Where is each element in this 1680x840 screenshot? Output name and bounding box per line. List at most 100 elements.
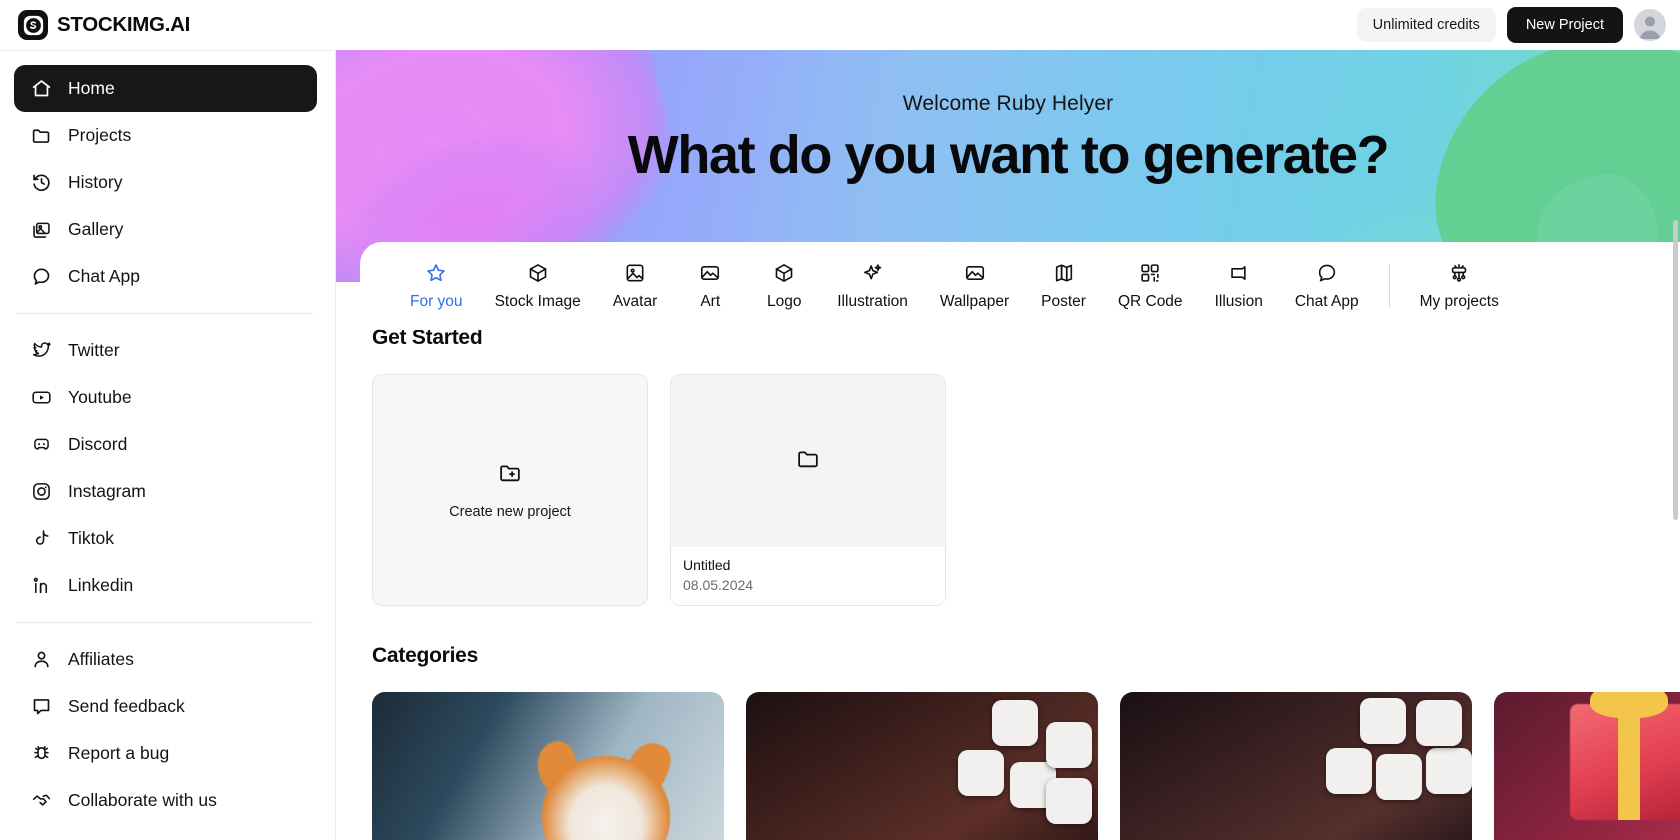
sidebar-item-youtube[interactable]: Youtube (14, 374, 317, 421)
projects-grid-icon (1448, 261, 1471, 284)
tab-poster[interactable]: Poster (1025, 255, 1102, 317)
top-bar-actions: Unlimited credits New Project (1356, 7, 1666, 43)
tab-label: Avatar (612, 293, 658, 310)
discord-icon (30, 434, 52, 456)
sidebar-item-gallery[interactable]: Gallery (14, 206, 317, 253)
sidebar-item-label: Linkedin (68, 575, 134, 595)
credits-badge[interactable]: Unlimited credits (1356, 8, 1496, 42)
categories-row (372, 692, 1680, 840)
tiktok-icon (30, 528, 52, 550)
tab-logo[interactable]: Logo (747, 255, 821, 317)
tab-label: Wallpaper (939, 293, 1010, 310)
sidebar-item-twitter[interactable]: Twitter (14, 327, 317, 374)
sidebar-item-label: Chat App (68, 266, 140, 286)
sidebar-item-label: Collaborate with us (68, 790, 217, 810)
sidebar-item-tiktok[interactable]: Tiktok (14, 515, 317, 562)
sidebar-item-label: Affiliates (68, 649, 134, 669)
tab-bar-divider (1388, 264, 1390, 308)
sidebar-item-discord[interactable]: Discord (14, 421, 317, 468)
twitter-bird-icon (30, 340, 52, 362)
new-project-button[interactable]: New Project (1506, 7, 1623, 43)
tab-label: Illusion (1214, 293, 1263, 310)
box-3d-icon (773, 261, 796, 284)
gallery-image-icon (30, 219, 52, 241)
tab-label: Stock Image (494, 293, 581, 310)
perspective-icon (1227, 261, 1250, 284)
project-card[interactable]: Untitled 08.05.2024 (670, 374, 946, 606)
history-clock-icon (30, 172, 52, 194)
project-date: 08.05.2024 (683, 577, 754, 593)
brand-logo[interactable]: STOCKIMG.AI (18, 10, 190, 40)
top-bar: STOCKIMG.AI Unlimited credits New Projec… (0, 0, 1680, 50)
sidebar-item-linkedin[interactable]: Linkedin (14, 562, 317, 609)
gift-ribbon-shape (1618, 704, 1640, 820)
sidebar-item-chat-app[interactable]: Chat App (14, 253, 317, 300)
stockimg-s-logo-icon (18, 10, 48, 40)
app-body: Home Projects History Gallery Chat App T… (0, 50, 1680, 840)
bug-icon (30, 743, 52, 765)
sidebar-item-projects[interactable]: Projects (14, 112, 317, 159)
instagram-icon (30, 481, 52, 503)
create-new-project-card[interactable]: Create new project (372, 374, 648, 606)
sidebar-item-history[interactable]: History (14, 159, 317, 206)
gift-bow-shape (1590, 692, 1668, 718)
sidebar-item-instagram[interactable]: Instagram (14, 468, 317, 515)
stockimg-app-window: STOCKIMG.AI Unlimited credits New Projec… (0, 0, 1680, 840)
category-tile-logo[interactable] (746, 692, 1098, 840)
tab-label: Illustration (837, 293, 908, 310)
tab-for-you[interactable]: For you (394, 255, 479, 317)
categories-heading: Categories (372, 644, 479, 667)
tab-illusion[interactable]: Illusion (1199, 255, 1279, 317)
category-tile-stock-image[interactable] (372, 692, 724, 840)
chat-bubble-icon (30, 266, 52, 288)
main-content: Welcome Ruby Helyer What do you want to … (336, 50, 1680, 840)
sidebar-item-label: Twitter (68, 340, 120, 360)
sidebar-item-label: Youtube (68, 387, 132, 407)
tab-chat-app[interactable]: Chat App (1279, 255, 1375, 317)
category-tile-poster[interactable] (1494, 692, 1680, 840)
tab-art[interactable]: Art (673, 255, 747, 317)
tab-stock-image[interactable]: Stock Image (479, 255, 597, 317)
project-meta: Untitled 08.05.2024 (671, 547, 945, 605)
tab-label: Chat App (1294, 293, 1359, 310)
sidebar-item-label: Projects (68, 125, 132, 145)
sidebar-item-label: Report a bug (68, 743, 170, 763)
tab-label: Logo (767, 293, 802, 310)
folder-icon (796, 446, 821, 476)
user-avatar-icon[interactable] (1634, 9, 1666, 41)
youtube-icon (30, 387, 52, 409)
page-scrollbar[interactable] (1673, 220, 1678, 520)
brand-name: STOCKIMG.AI (57, 13, 190, 36)
get-started-cards: Create new project Untitled 08.05.2024 (372, 374, 1680, 606)
linkedin-icon (30, 575, 52, 597)
tab-my-projects[interactable]: My projects (1404, 255, 1515, 317)
project-name: Untitled (683, 557, 731, 573)
tab-label: Poster (1041, 293, 1086, 310)
sidebar-item-send-feedback[interactable]: Send feedback (14, 683, 317, 730)
sidebar-item-label: Gallery (68, 219, 124, 239)
tab-avatar[interactable]: Avatar (597, 255, 674, 317)
sidebar-item-collaborate[interactable]: Collaborate with us (14, 777, 317, 824)
tab-label: QR Code (1117, 293, 1183, 310)
page-content: Get Started Create new project Untitled … (336, 282, 1680, 840)
tab-label: Art (700, 293, 721, 310)
sparkles-icon (861, 261, 884, 284)
sidebar: Home Projects History Gallery Chat App T… (0, 50, 336, 840)
qr-code-icon (1139, 261, 1162, 284)
sidebar-item-home[interactable]: Home (14, 65, 317, 112)
category-tile-illustration[interactable] (1120, 692, 1472, 840)
map-fold-icon (1052, 261, 1075, 284)
sidebar-item-label: Discord (68, 434, 128, 454)
handshake-icon (30, 790, 52, 812)
image-person-icon (623, 261, 646, 284)
tab-illustration[interactable]: Illustration (821, 255, 924, 317)
chat-bubble-icon (1315, 261, 1338, 284)
sidebar-item-report-a-bug[interactable]: Report a bug (14, 730, 317, 777)
tab-qr-code[interactable]: QR Code (1102, 255, 1199, 317)
message-square-icon (30, 696, 52, 718)
sidebar-item-affiliates[interactable]: Affiliates (14, 636, 317, 683)
tab-label: My projects (1419, 293, 1499, 310)
page-title: What do you want to generate? (627, 125, 1390, 185)
tab-wallpaper[interactable]: Wallpaper (924, 255, 1025, 317)
sidebar-item-label: Send feedback (68, 696, 185, 716)
